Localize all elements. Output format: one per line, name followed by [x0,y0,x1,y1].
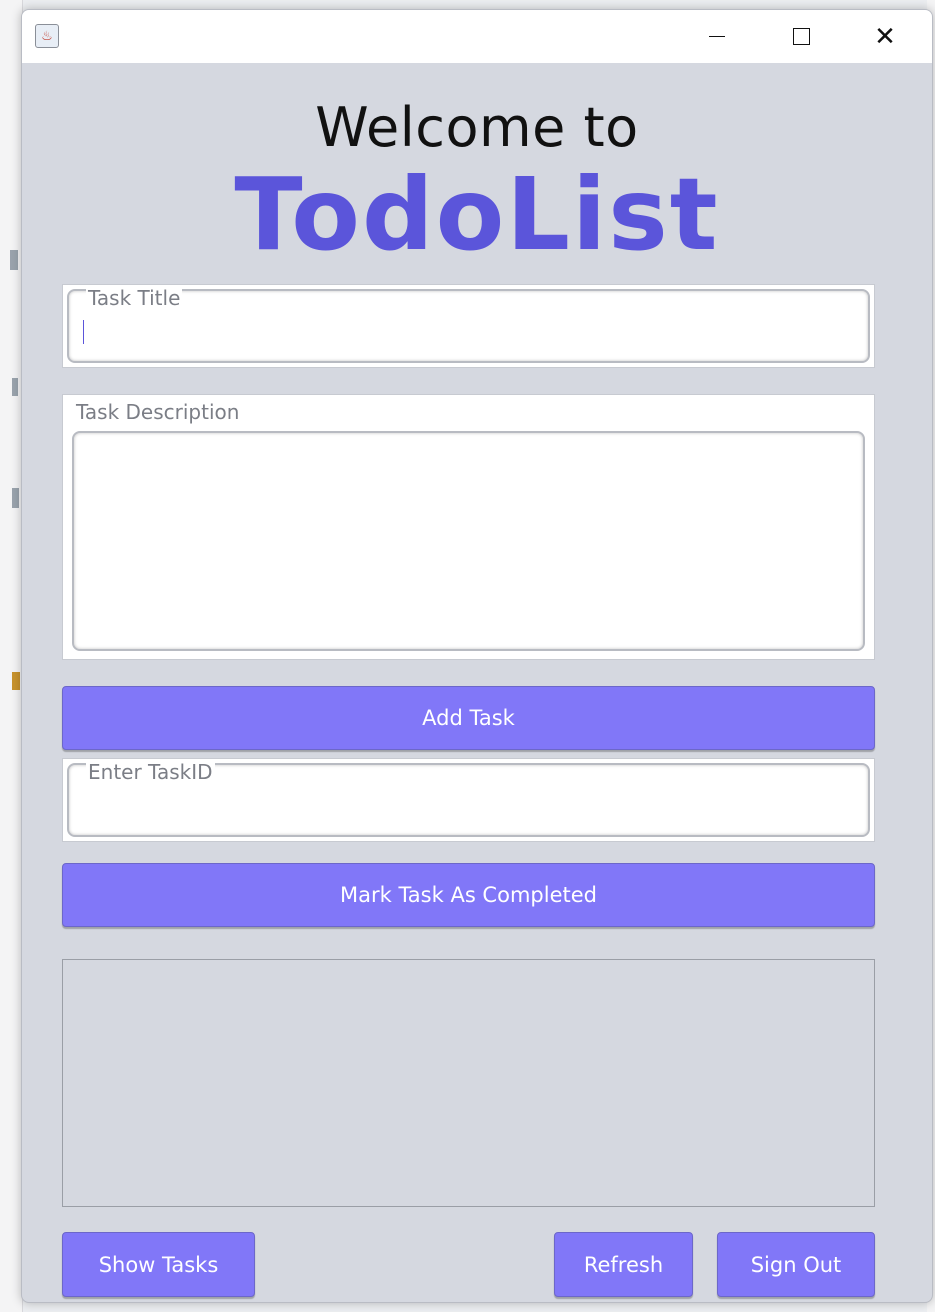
background-fragment [10,250,18,270]
background-fragment [12,378,18,396]
welcome-heading: Welcome to [315,96,639,159]
maximize-button[interactable] [766,10,836,63]
background-fragment [12,672,20,690]
task-id-label: Enter TaskID [86,760,215,784]
text-caret [83,320,84,344]
close-icon: ✕ [874,21,896,52]
task-id-panel: Enter TaskID [62,758,875,842]
minimize-button[interactable] [682,10,752,63]
mark-completed-button[interactable]: Mark Task As Completed [62,863,875,927]
todolist-window: ♨ ✕ Welcome to TodoList Task Title Task … [21,9,933,1303]
task-title-input[interactable] [67,289,870,363]
task-title-panel: Task Title [62,284,875,368]
minimize-icon [709,36,725,37]
add-task-button[interactable]: Add Task [62,686,875,750]
refresh-button[interactable]: Refresh [554,1232,693,1297]
background-app-left [0,0,23,1312]
background-fragment [12,488,19,508]
title-bar: ♨ ✕ [22,10,932,63]
close-button[interactable]: ✕ [850,10,920,63]
maximize-icon [792,28,810,45]
task-description-textarea[interactable] [72,431,865,651]
task-title-label: Task Title [86,286,183,310]
brand-title: TodoList [234,156,720,273]
task-description-panel: Task Description [62,394,875,660]
task-description-label: Task Description [74,400,242,424]
sign-out-button[interactable]: Sign Out [717,1232,875,1297]
java-app-icon: ♨ [35,24,59,48]
task-list-area[interactable] [62,959,875,1207]
show-tasks-button[interactable]: Show Tasks [62,1232,255,1297]
